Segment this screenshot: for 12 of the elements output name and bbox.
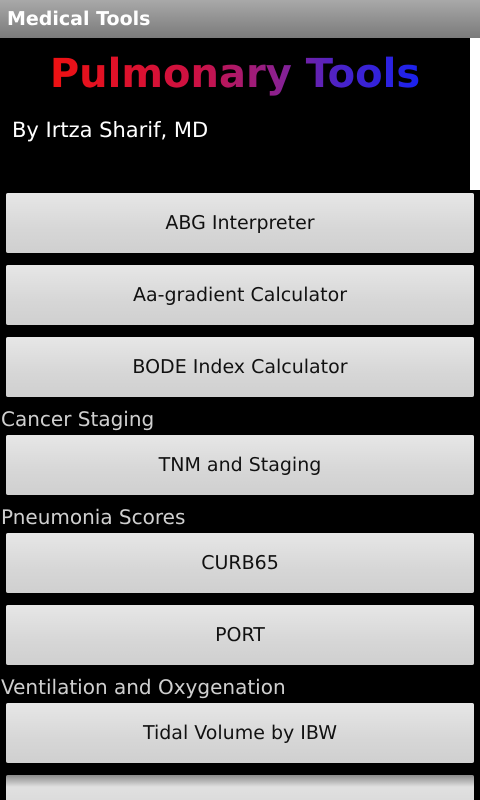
- section-heading: Ventilation and Oxygenation: [0, 674, 287, 700]
- section-heading: Cancer Staging: [0, 406, 156, 432]
- tool-button[interactable]: Tidal Volume by IBW: [6, 703, 474, 763]
- tool-button[interactable]: PORT: [6, 605, 474, 665]
- author-byline: By Irtza Sharif, MD: [12, 118, 208, 142]
- tool-button[interactable]: BODE Index Calculator: [6, 337, 474, 397]
- tool-button[interactable]: ABG Interpreter: [6, 193, 474, 253]
- tool-button[interactable]: Aa-gradient Calculator: [6, 265, 474, 325]
- section-heading: Pneumonia Scores: [0, 504, 186, 530]
- window-title: Medical Tools: [7, 8, 150, 30]
- tool-button[interactable]: TNM and Staging: [6, 435, 474, 495]
- tool-button[interactable]: CURB65: [6, 533, 474, 593]
